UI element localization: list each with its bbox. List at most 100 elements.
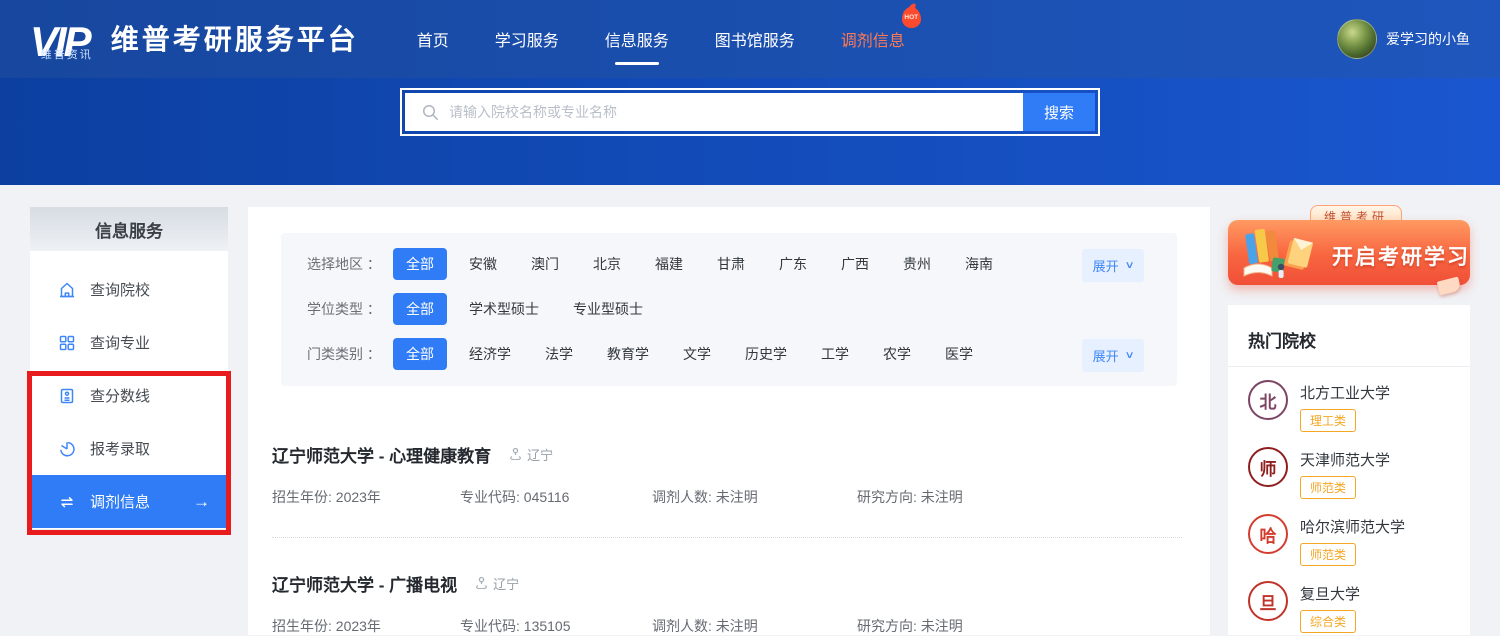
filter-option[interactable]: 学术型硕士 bbox=[469, 299, 539, 319]
result-location: 辽宁 bbox=[475, 574, 519, 593]
meta-value: 135105 bbox=[524, 618, 571, 634]
nav-item-library[interactable]: 图书馆服务 bbox=[715, 27, 795, 51]
school-building-icon bbox=[58, 281, 76, 299]
search-icon bbox=[422, 104, 439, 121]
university-item[interactable]: 北 北方工业大学 理工类 bbox=[1228, 367, 1470, 434]
nav-item-adjustment[interactable]: 调剂信息 HOT bbox=[841, 27, 905, 51]
result-item: 辽宁师范大学 - 心理健康教育 辽宁 招生年份: 2023年 专业代码: 045… bbox=[272, 386, 1182, 538]
meta-value: 未注明 bbox=[921, 489, 963, 505]
nav-item-learning[interactable]: 学习服务 bbox=[495, 27, 559, 51]
filter-option[interactable]: 广东 bbox=[779, 254, 807, 274]
username: 爱学习的小鱼 bbox=[1386, 29, 1470, 49]
score-sheet-icon bbox=[58, 387, 76, 405]
result-list: 辽宁师范大学 - 心理健康教育 辽宁 招生年份: 2023年 专业代码: 045… bbox=[248, 386, 1210, 636]
meta-value: 2023年 bbox=[336, 618, 381, 634]
meta-value: 2023年 bbox=[336, 489, 381, 505]
transfer-arrows-icon bbox=[58, 493, 76, 511]
university-name: 复旦大学 bbox=[1300, 583, 1360, 604]
filter-option[interactable]: 工学 bbox=[821, 344, 849, 364]
sidebar-item-admission[interactable]: 报考录取 bbox=[30, 422, 228, 475]
filter-panel: 选择地区 ： 全部 安徽 澳门 北京 福建 甘肃 广东 广西 贵州 海南 展开 … bbox=[281, 233, 1177, 386]
filter-option[interactable]: 贵州 bbox=[903, 254, 931, 274]
info-service-sidebar: 信息服务 查询院校 查询专业 查分数线 bbox=[30, 207, 228, 529]
chevron-down-icon: ∨ bbox=[1124, 260, 1134, 271]
filter-option[interactable]: 海南 bbox=[965, 254, 993, 274]
filter-row-degree-type: 学位类型 ： 全部 学术型硕士 专业型硕士 bbox=[281, 286, 1177, 331]
main-nav: 首页 学习服务 信息服务 图书馆服务 调剂信息 HOT bbox=[417, 27, 905, 51]
search-bar: 搜索 bbox=[400, 88, 1100, 136]
main-content: 选择地区 ： 全部 安徽 澳门 北京 福建 甘肃 广东 广西 贵州 海南 展开 … bbox=[248, 207, 1210, 635]
location-pin-icon bbox=[475, 575, 488, 592]
sidebar-item-adjustment-info[interactable]: 调剂信息 → bbox=[30, 475, 228, 528]
page: VIP 维普资讯 维普考研服务平台 首页 学习服务 信息服务 图书馆服务 调剂信… bbox=[0, 0, 1500, 635]
search-button[interactable]: 搜索 bbox=[1023, 93, 1095, 131]
avatar[interactable] bbox=[1337, 19, 1377, 59]
filter-label: 学位类型 ： bbox=[307, 299, 393, 319]
books-illustration bbox=[1234, 224, 1330, 287]
top-bar: VIP 维普资讯 维普考研服务平台 首页 学习服务 信息服务 图书馆服务 调剂信… bbox=[0, 0, 1500, 78]
result-item: 辽宁师范大学 - 广播电视 辽宁 招生年份: 2023年 专业代码: 13510… bbox=[272, 538, 1182, 636]
nav-item-information[interactable]: 信息服务 bbox=[605, 27, 669, 51]
sidebar-item-query-scores[interactable]: 查分数线 bbox=[30, 369, 228, 422]
site-title: 维普考研服务平台 bbox=[111, 18, 359, 58]
expand-button[interactable]: 展开 ∨ bbox=[1082, 339, 1144, 372]
university-item[interactable]: 哈 哈尔滨师范大学 师范类 bbox=[1228, 501, 1470, 568]
sidebar-title: 信息服务 bbox=[30, 207, 228, 251]
filter-label: 选择地区 ： bbox=[307, 254, 393, 274]
filter-option[interactable]: 农学 bbox=[883, 344, 911, 364]
filter-option[interactable]: 福建 bbox=[655, 254, 683, 274]
promo-banner[interactable]: 开启考研学习 bbox=[1228, 220, 1470, 285]
filter-option[interactable]: 安徽 bbox=[469, 254, 497, 274]
user-account[interactable]: 爱学习的小鱼 bbox=[1337, 19, 1470, 59]
filter-chip-all[interactable]: 全部 bbox=[393, 293, 447, 325]
filter-option[interactable]: 广西 bbox=[841, 254, 869, 274]
university-seal-icon: 哈 bbox=[1248, 514, 1288, 554]
pie-chart-icon bbox=[58, 440, 76, 458]
hot-flame-icon: HOT bbox=[902, 7, 921, 28]
search-input[interactable] bbox=[439, 92, 1023, 132]
meta-value: 未注明 bbox=[921, 618, 963, 634]
sidebar-item-query-major[interactable]: 查询专业 bbox=[30, 316, 228, 369]
university-name: 天津师范大学 bbox=[1300, 449, 1390, 470]
university-name: 哈尔滨师范大学 bbox=[1300, 516, 1405, 537]
nav-item-home[interactable]: 首页 bbox=[417, 27, 449, 51]
filter-chip-all[interactable]: 全部 bbox=[393, 248, 447, 280]
meta-value: 045116 bbox=[524, 489, 570, 505]
sidebar-item-query-school[interactable]: 查询院校 bbox=[30, 263, 228, 316]
result-meta: 招生年份: 2023年 专业代码: 135105 调剂人数: 未注明 研究方向:… bbox=[272, 616, 1182, 636]
result-title[interactable]: 辽宁师范大学 - 心理健康教育 bbox=[272, 442, 491, 467]
filter-row-region: 选择地区 ： 全部 安徽 澳门 北京 福建 甘肃 广东 广西 贵州 海南 展开 … bbox=[281, 241, 1177, 286]
hot-universities-title: 热门院校 bbox=[1228, 305, 1470, 366]
right-arrow-icon: → bbox=[193, 493, 210, 510]
filter-option[interactable]: 医学 bbox=[945, 344, 973, 364]
filter-option[interactable]: 专业型硕士 bbox=[573, 299, 643, 319]
filter-option[interactable]: 法学 bbox=[545, 344, 573, 364]
hot-universities-card: 热门院校 北 北方工业大学 理工类 师 天津师范大学 师范类 哈 哈尔滨师范大学… bbox=[1228, 305, 1470, 635]
filter-chip-all[interactable]: 全部 bbox=[393, 338, 447, 370]
category-badge: 师范类 bbox=[1300, 543, 1356, 566]
university-name: 北方工业大学 bbox=[1300, 382, 1390, 403]
university-item[interactable]: 旦 复旦大学 综合类 bbox=[1228, 568, 1470, 635]
logo-subtitle: 维普资讯 bbox=[41, 46, 93, 62]
university-seal-icon: 旦 bbox=[1248, 581, 1288, 621]
category-badge: 综合类 bbox=[1300, 610, 1356, 633]
result-title[interactable]: 辽宁师范大学 - 广播电视 bbox=[272, 571, 457, 596]
hero-banner: 搜索 bbox=[0, 78, 1500, 185]
filter-label: 门类类别 ： bbox=[307, 344, 393, 364]
university-seal-icon: 北 bbox=[1248, 380, 1288, 420]
expand-button[interactable]: 展开 ∨ bbox=[1082, 249, 1144, 282]
filter-option[interactable]: 甘肃 bbox=[717, 254, 745, 274]
result-location: 辽宁 bbox=[509, 445, 553, 464]
filter-option[interactable]: 历史学 bbox=[745, 344, 787, 364]
university-item[interactable]: 师 天津师范大学 师范类 bbox=[1228, 434, 1470, 501]
filter-option[interactable]: 北京 bbox=[593, 254, 621, 274]
location-pin-icon bbox=[509, 446, 522, 463]
filter-option[interactable]: 经济学 bbox=[469, 344, 511, 364]
filter-option[interactable]: 文学 bbox=[683, 344, 711, 364]
filter-option[interactable]: 教育学 bbox=[607, 344, 649, 364]
result-meta: 招生年份: 2023年 专业代码: 045116 调剂人数: 未注明 研究方向:… bbox=[272, 487, 1182, 507]
filter-row-discipline: 门类类别 ： 全部 经济学 法学 教育学 文学 历史学 工学 农学 医学 展开 … bbox=[281, 331, 1177, 376]
filter-option[interactable]: 澳门 bbox=[531, 254, 559, 274]
site-logo[interactable]: VIP 维普资讯 维普考研服务平台 bbox=[30, 18, 359, 60]
active-nav-underline bbox=[615, 62, 659, 65]
